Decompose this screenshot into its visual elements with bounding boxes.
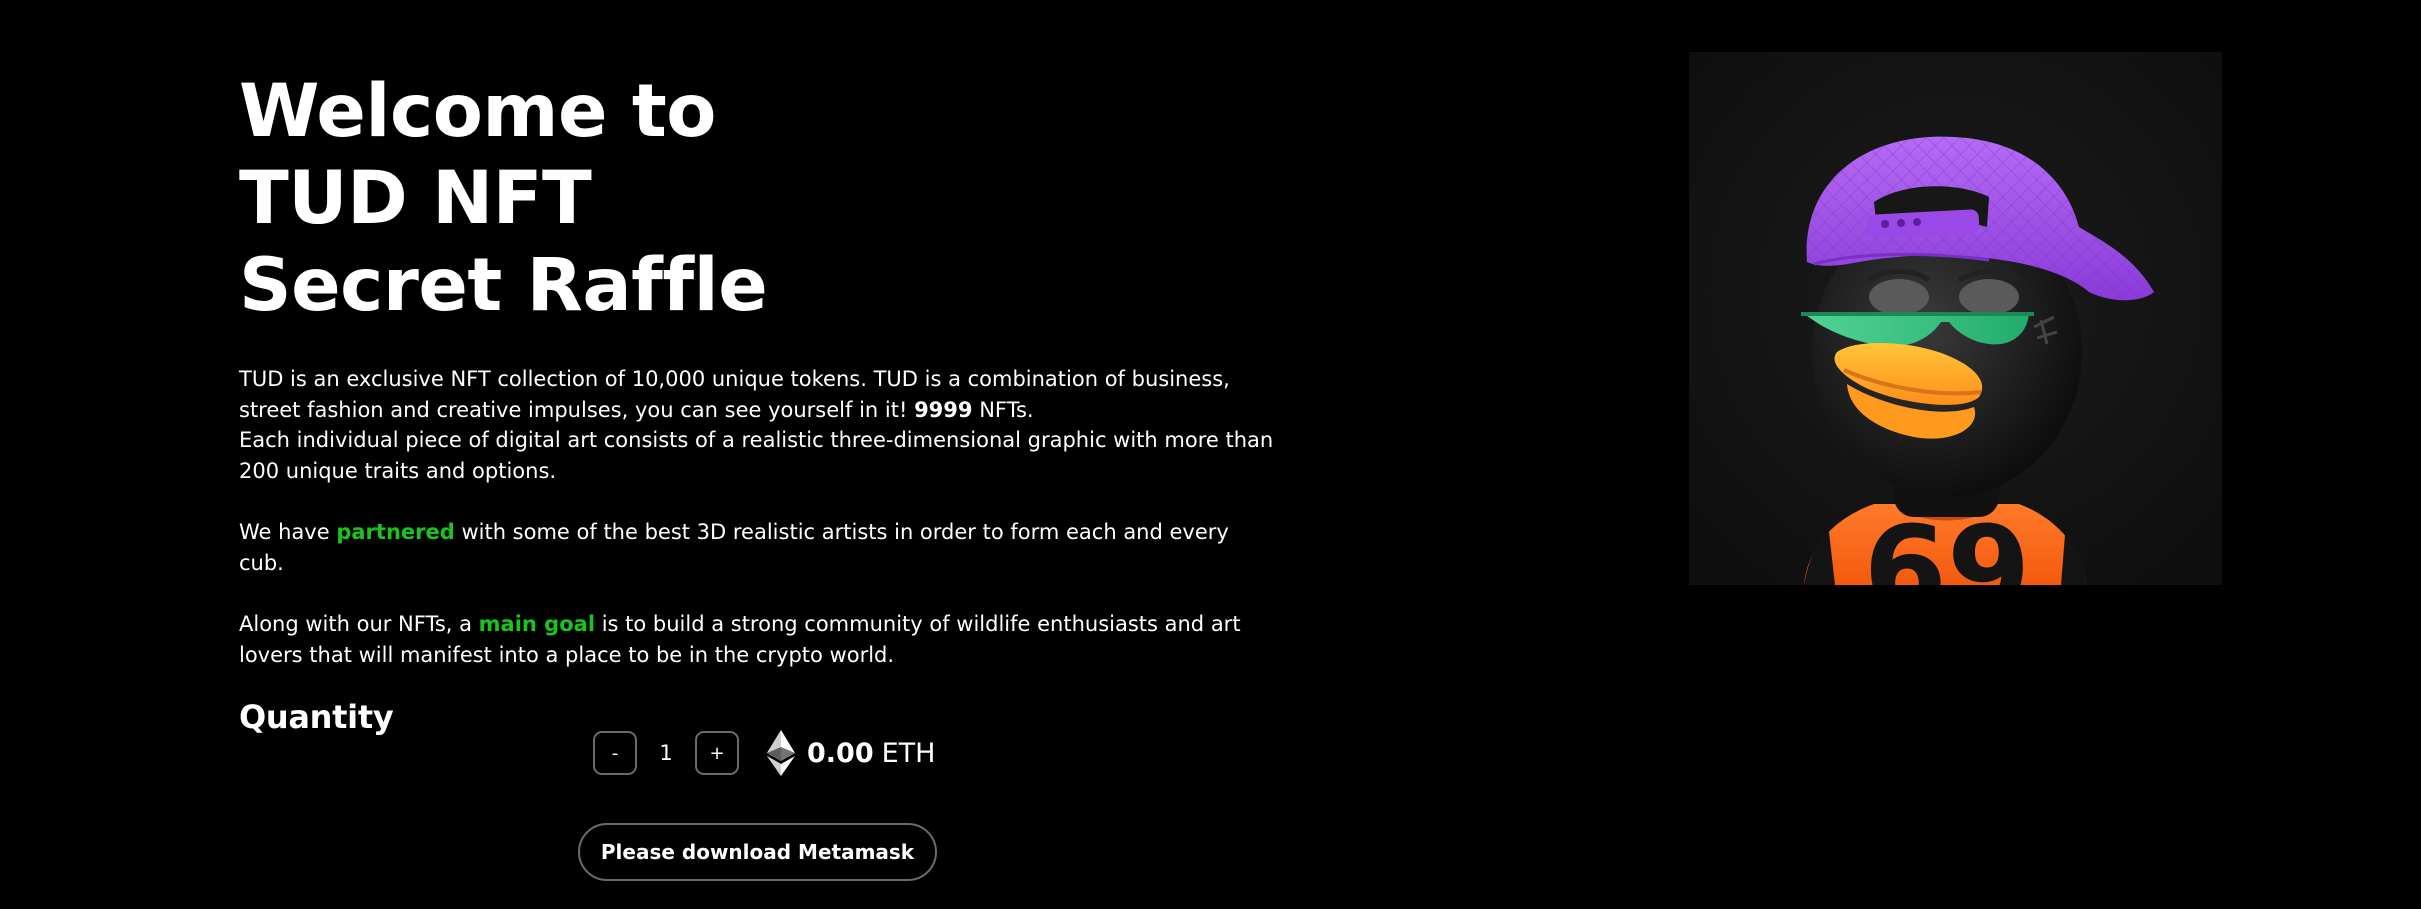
page-title: Welcome to TUD NFT Secret Raffle bbox=[239, 68, 959, 329]
title-line: Secret Raffle bbox=[239, 243, 768, 328]
quantity-stepper: - 1 + 0.00 ETH bbox=[593, 729, 935, 777]
main-goal-highlight: main goal bbox=[478, 612, 596, 636]
ethereum-icon bbox=[767, 730, 795, 776]
partnered-highlight: partnered bbox=[336, 520, 455, 544]
price-amount: 0.00 bbox=[807, 737, 874, 769]
description-paragraph-3: Along with our NFTs, a main goal is to b… bbox=[239, 609, 1274, 670]
description-paragraph-1: TUD is an exclusive NFT collection of 10… bbox=[239, 364, 1274, 486]
price-display: 0.00 ETH bbox=[767, 730, 935, 776]
title-line: TUD NFT bbox=[239, 156, 592, 241]
description-text: Each individual piece of digital art con… bbox=[239, 428, 1274, 483]
quantity-value: 1 bbox=[659, 741, 673, 765]
description-text: TUD is an exclusive NFT collection of 10… bbox=[239, 367, 1230, 422]
hero-section: Welcome to TUD NFT Secret Raffle TUD is … bbox=[239, 68, 1279, 737]
price-unit: ETH bbox=[881, 737, 936, 769]
increment-button[interactable]: + bbox=[695, 731, 739, 775]
decrement-button[interactable]: - bbox=[593, 731, 637, 775]
description-paragraph-2: We have partnered with some of the best … bbox=[239, 517, 1274, 578]
download-metamask-button[interactable]: Please download Metamask bbox=[578, 823, 937, 881]
description-text: We have bbox=[239, 520, 337, 544]
description-text: Along with our NFTs, a bbox=[239, 612, 479, 636]
nft-preview-image: 69 bbox=[1689, 52, 2222, 585]
duck-character-illustration: 69 bbox=[1689, 52, 2222, 585]
title-line: Welcome to bbox=[239, 69, 716, 154]
nft-count-highlight: 9999 bbox=[914, 397, 973, 422]
description-text: NFTs. bbox=[972, 397, 1034, 422]
